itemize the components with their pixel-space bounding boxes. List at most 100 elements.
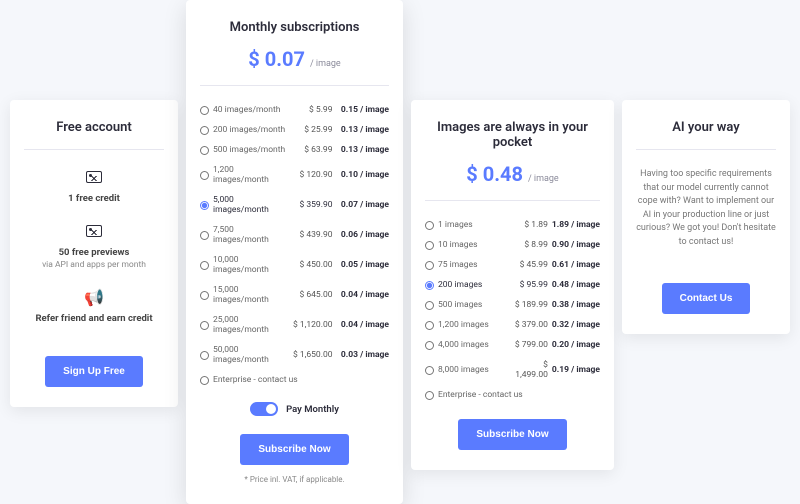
price-option-row[interactable]: 15,000 images/month $ 645.00 0.04 / image <box>200 280 389 310</box>
headline-price: $ 0.48 / image <box>425 162 600 186</box>
option-label: 40 images/month <box>213 105 287 115</box>
price-option-radio[interactable] <box>425 241 434 250</box>
price-per: / image <box>528 174 559 184</box>
price-value: $ 0.48 <box>466 162 523 186</box>
option-label: 500 images <box>438 300 505 310</box>
price-option-row[interactable]: 500 images/month$ 63.990.13 / image <box>200 140 389 160</box>
pocket-options-list: 1 images$ 1.891.89 / image10 images$ 8.9… <box>425 215 600 405</box>
price-option-row[interactable]: 7,500 images/month$ 439.900.06 / image <box>200 220 389 250</box>
option-price: $ 63.99 <box>291 145 333 155</box>
feature-sub: via API and apps per month <box>24 260 164 270</box>
divider <box>425 200 600 201</box>
price-option-row[interactable]: 200 images/month$ 25.990.13 / image <box>200 120 389 140</box>
pay-monthly-toggle[interactable] <box>250 402 278 416</box>
plan-title: AI your way <box>636 120 776 135</box>
price-option-row[interactable]: 5,000 images/month$ 359.900.07 / image <box>200 190 389 220</box>
price-option-radio[interactable] <box>425 301 434 310</box>
price-option-radio[interactable] <box>200 171 209 180</box>
price-option-row[interactable]: 50,000 images/month$ 1,650.000.03 / imag… <box>200 340 389 370</box>
price-option-row[interactable]: 8,000 images $ 1,499.00 0.19 / image <box>425 355 600 385</box>
option-price: $ 645.00 <box>291 290 333 300</box>
headline-price: $ 0.07 / image <box>200 47 389 71</box>
price-option-radio[interactable] <box>200 261 209 270</box>
price-option-radio[interactable] <box>200 231 209 240</box>
option-per-image: 0.61 / image <box>552 260 600 270</box>
price-option-radio[interactable] <box>425 281 434 290</box>
option-label: 7,500 images/month <box>213 225 287 245</box>
subscribe-monthly-button[interactable]: Subscribe Now <box>240 434 348 465</box>
enterprise-option-row[interactable]: Enterprise - contact us <box>200 370 389 390</box>
option-price: $ 1,650.00 <box>291 350 333 360</box>
option-label: 200 images/month <box>213 125 287 135</box>
option-per-image: 0.90 / image <box>552 240 600 250</box>
toggle-label: Pay Monthly <box>286 404 339 415</box>
option-label: 1,200 images <box>438 320 505 330</box>
option-per-image: 0.19 / image <box>552 365 600 375</box>
option-per-image: 0.04 / image <box>337 320 390 330</box>
billing-toggle-row: Pay Monthly <box>200 402 389 416</box>
price-option-radio[interactable] <box>425 366 434 375</box>
option-per-image: 0.07 / image <box>337 200 390 210</box>
option-per-image: 0.10 / image <box>337 170 390 180</box>
feature-block: 1 free credit <box>24 168 164 204</box>
price-option-row[interactable]: 1,200 images/month$ 120.900.10 / image <box>200 160 389 190</box>
option-label: 500 images/month <box>213 145 287 155</box>
price-option-radio[interactable] <box>200 376 209 385</box>
option-per-image: 0.20 / image <box>552 340 600 350</box>
price-option-radio[interactable] <box>200 146 209 155</box>
option-label: 1 images <box>438 220 505 230</box>
plan-card-pocket: Images are always in your pocket $ 0.48 … <box>411 100 614 470</box>
option-label: 10 images <box>438 240 505 250</box>
price-option-radio[interactable] <box>425 221 434 230</box>
price-option-row[interactable]: 1 images$ 1.891.89 / image <box>425 215 600 235</box>
price-option-radio[interactable] <box>200 106 209 115</box>
image-icon <box>24 222 164 241</box>
option-label: 8,000 images <box>438 365 505 375</box>
feature-title: Refer friend and earn credit <box>35 313 152 324</box>
plan-card-free: Free account 1 free credit50 free previe… <box>10 100 178 407</box>
plan-title: Images are always in your pocket <box>425 120 600 150</box>
price-option-radio[interactable] <box>425 321 434 330</box>
price-option-row[interactable]: 40 images/month$ 5.990.15 / image <box>200 100 389 120</box>
price-option-radio[interactable] <box>425 391 434 400</box>
signup-free-button[interactable]: Sign Up Free <box>45 356 143 387</box>
plan-title: Monthly subscriptions <box>200 20 389 35</box>
price-option-radio[interactable] <box>425 341 434 350</box>
option-label: 25,000 images/month <box>213 315 287 335</box>
option-per-image: 0.38 / image <box>552 300 600 310</box>
price-option-row[interactable]: 10 images$ 8.990.90 / image <box>425 235 600 255</box>
price-option-row[interactable]: 25,000 images/month $ 1,120.00 0.04 / imag… <box>200 310 389 340</box>
image-icon <box>24 168 164 187</box>
enterprise-option-row[interactable]: Enterprise - contact us <box>425 385 600 405</box>
plan-card-monthly: Monthly subscriptions $ 0.07 / image 40 … <box>186 0 403 504</box>
divider <box>636 149 776 150</box>
price-option-row[interactable]: 10,000 images/month$ 450.000.05 / image <box>200 250 389 280</box>
option-price: $ 189.99 <box>509 300 548 310</box>
subscribe-pocket-button[interactable]: Subscribe Now <box>458 419 566 450</box>
price-option-radio[interactable] <box>425 261 434 270</box>
price-option-row[interactable]: 500 images $ 189.99 0.38 / image <box>425 295 600 315</box>
option-label: 15,000 images/month <box>213 285 287 305</box>
price-option-radio[interactable] <box>200 201 209 210</box>
option-price: $ 439.90 <box>291 230 333 240</box>
option-per-image: 0.04 / image <box>337 290 390 300</box>
option-price: $ 1,499.00 <box>509 360 548 380</box>
price-option-radio[interactable] <box>200 351 209 360</box>
option-price: $ 379.00 <box>509 320 548 330</box>
option-per-image: 1.89 / image <box>552 220 600 230</box>
contact-us-button[interactable]: Contact Us <box>662 283 751 314</box>
price-option-radio[interactable] <box>200 126 209 135</box>
price-option-row[interactable]: 200 images$ 95.990.48 / image <box>425 275 600 295</box>
option-price: $ 799.00 <box>509 340 548 350</box>
price-option-radio[interactable] <box>200 321 209 330</box>
price-option-radio[interactable] <box>200 291 209 300</box>
vat-footnote: * Price inl. VAT, if applicable. <box>200 475 389 484</box>
option-price: $ 95.99 <box>509 280 548 290</box>
divider <box>24 149 164 150</box>
feature-block: 📢Refer friend and earn credit <box>24 288 164 324</box>
price-option-row[interactable]: 4,000 images$ 799.000.20 / image <box>425 335 600 355</box>
option-price: $ 1,120.00 <box>291 320 333 330</box>
price-option-row[interactable]: 75 images$ 45.990.61 / image <box>425 255 600 275</box>
price-option-row[interactable]: 1,200 images$ 379.000.32 / image <box>425 315 600 335</box>
plan-title: Free account <box>24 120 164 135</box>
